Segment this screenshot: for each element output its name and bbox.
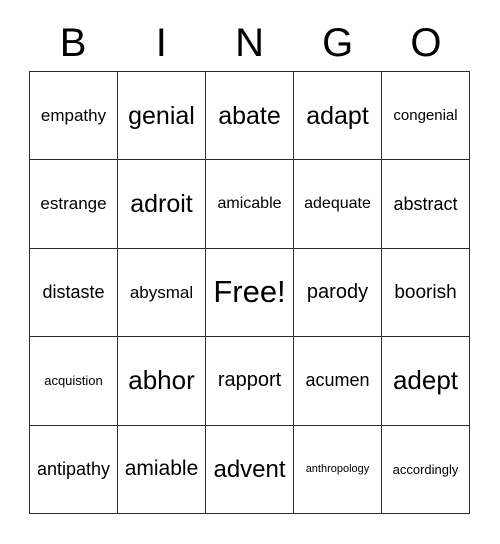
- bingo-header-letter-g: G: [322, 20, 354, 65]
- bingo-header-letter-b: B: [59, 20, 87, 65]
- bingo-cell[interactable]: adroit: [118, 160, 206, 249]
- bingo-cell-label: abate: [218, 101, 281, 130]
- bingo-cell[interactable]: adequate: [294, 160, 382, 249]
- bingo-cell[interactable]: adept: [382, 337, 470, 426]
- bingo-cell-label: rapport: [217, 369, 282, 392]
- bingo-cell[interactable]: accordingly: [382, 425, 470, 515]
- bingo-cell-label: antipathy: [36, 458, 111, 479]
- bingo-cell[interactable]: amicable: [206, 160, 294, 249]
- bingo-cell-free-space[interactable]: Free!: [206, 248, 294, 338]
- bingo-cell[interactable]: parody: [294, 248, 382, 338]
- bingo-cell-label: empathy: [40, 105, 107, 125]
- bingo-cell[interactable]: abate: [206, 72, 294, 161]
- bingo-cell[interactable]: acquistion: [30, 337, 118, 426]
- bingo-cell[interactable]: amiable: [118, 425, 206, 515]
- bingo-cell-label: estrange: [40, 194, 107, 214]
- bingo-cell-label: amicable: [217, 194, 282, 212]
- bingo-cell-label: abstract: [393, 193, 458, 214]
- bingo-cell-label: abhor: [128, 365, 195, 396]
- bingo-row: distaste abysmal Free! parody boorish: [30, 248, 470, 338]
- bingo-row: empathy genial abate adapt congenial: [30, 72, 470, 161]
- bingo-header-letter-o: O: [410, 20, 442, 65]
- bingo-cell[interactable]: antipathy: [30, 425, 118, 515]
- bingo-cell[interactable]: estrange: [30, 160, 118, 249]
- bingo-row: antipathy amiable advent anthropology ac…: [30, 425, 470, 515]
- bingo-grid: empathy genial abate adapt congenial est…: [29, 71, 470, 515]
- bingo-cell[interactable]: empathy: [30, 72, 118, 161]
- bingo-header-letter-i: I: [155, 20, 167, 65]
- bingo-cell-label: genial: [128, 101, 195, 130]
- bingo-cell-label: amiable: [124, 457, 199, 481]
- bingo-cell[interactable]: congenial: [382, 72, 470, 161]
- bingo-cell-label: boorish: [394, 281, 457, 303]
- bingo-free-space-label: Free!: [213, 274, 286, 310]
- bingo-cell-label: adept: [392, 365, 459, 396]
- bingo-cell[interactable]: adapt: [294, 72, 382, 161]
- bingo-cell-label: adapt: [306, 101, 369, 130]
- bingo-cell[interactable]: anthropology: [294, 425, 382, 515]
- bingo-cell-label: anthropology: [305, 462, 370, 475]
- bingo-cell[interactable]: genial: [118, 72, 206, 161]
- bingo-cell-label: adroit: [130, 189, 193, 218]
- bingo-cell[interactable]: abysmal: [118, 248, 206, 338]
- bingo-cell-label: acumen: [305, 370, 370, 391]
- bingo-header-row: B I N G O: [29, 14, 470, 71]
- bingo-cell[interactable]: abhor: [118, 337, 206, 426]
- bingo-row: acquistion abhor rapport acumen adept: [30, 337, 470, 426]
- bingo-cell-label: abysmal: [129, 282, 194, 302]
- bingo-cell-label: adequate: [304, 194, 371, 212]
- bingo-card: B I N G O empathy genial abate adapt con…: [0, 0, 500, 544]
- bingo-cell-label: distaste: [42, 282, 105, 303]
- bingo-header-letter-n: N: [235, 20, 264, 65]
- bingo-cell[interactable]: boorish: [382, 248, 470, 338]
- bingo-cell[interactable]: rapport: [206, 337, 294, 426]
- bingo-cell[interactable]: advent: [206, 425, 294, 515]
- bingo-cell[interactable]: distaste: [30, 248, 118, 338]
- bingo-cell-label: parody: [306, 281, 369, 304]
- bingo-cell-label: congenial: [393, 106, 458, 124]
- bingo-cell-label: accordingly: [392, 461, 459, 477]
- bingo-cell[interactable]: acumen: [294, 337, 382, 426]
- bingo-cell-label: acquistion: [44, 373, 103, 389]
- bingo-cell-label: advent: [213, 455, 286, 483]
- bingo-row: estrange adroit amicable adequate abstra…: [30, 160, 470, 249]
- bingo-cell[interactable]: abstract: [382, 160, 470, 249]
